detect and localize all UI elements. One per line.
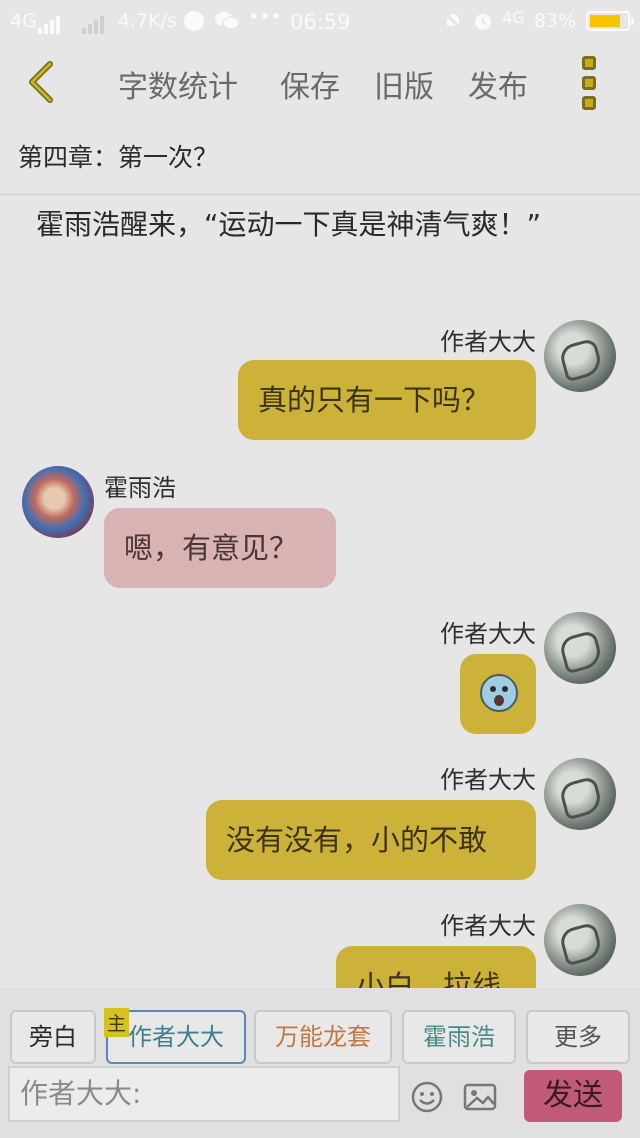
author-avatar[interactable]	[544, 758, 616, 830]
old-version-button[interactable]: 旧版	[374, 62, 434, 106]
message-input[interactable]: 作者大大:	[8, 1066, 400, 1122]
signal-icon	[38, 12, 60, 34]
battery-percent: 83%	[534, 10, 577, 32]
more-vertical-icon[interactable]	[578, 56, 600, 110]
speaker-name: 作者大大	[440, 620, 536, 648]
message-bubble[interactable]: 嗯，有意见？	[104, 508, 336, 588]
author-avatar[interactable]	[544, 904, 616, 976]
clock-time: 06:59	[290, 10, 351, 34]
battery-level	[590, 15, 620, 27]
message-bubble[interactable]: 没有没有，小的不敢	[206, 800, 536, 880]
role-more-button[interactable]: 更多	[526, 1010, 630, 1064]
narration-text: 霍雨浩醒来，“运动一下真是神清气爽！”	[36, 208, 542, 241]
alarm-icon	[472, 10, 494, 37]
send-button[interactable]: 发送	[524, 1070, 622, 1122]
role-hero-button[interactable]: 霍雨浩	[402, 1010, 516, 1064]
speaker-name: 作者大大	[440, 766, 536, 794]
main-role-badge: 主	[104, 1008, 130, 1037]
word-count-button[interactable]: 字数统计	[118, 62, 238, 106]
chevron-left-icon	[29, 61, 53, 103]
image-icon[interactable]	[462, 1080, 498, 1114]
network-type-right: 4G	[502, 8, 525, 27]
network-speed: 4.7K/s	[118, 10, 177, 32]
message-bubble[interactable]: 真的只有一下吗？	[238, 360, 536, 440]
message-bubble[interactable]: 小白，拉线	[336, 946, 536, 988]
role-narrator-button[interactable]: 旁白	[10, 1010, 96, 1064]
speaker-name: 作者大大	[440, 912, 536, 940]
mute-bell-icon	[442, 10, 464, 37]
message-list[interactable]: 作者大大 真的只有一下吗？ 霍雨浩 嗯，有意见？ 作者大大 作者大大 没有没有，…	[0, 300, 640, 988]
hero-avatar[interactable]	[22, 466, 94, 538]
save-button[interactable]: 保存	[280, 62, 340, 106]
chapter-title: 第四章：第一次？	[18, 143, 219, 172]
publish-button[interactable]: 发布	[468, 62, 528, 106]
author-avatar[interactable]	[544, 612, 616, 684]
more-notifications-icon: •••	[248, 6, 282, 28]
network-type-left: 4G	[10, 10, 37, 32]
wechat-icon	[214, 10, 240, 30]
message-bubble[interactable]	[460, 654, 536, 734]
divider	[0, 194, 640, 195]
composer-panel: 旁白 作者大大 主 万能龙套 霍雨浩 更多 作者大大: 发送	[0, 988, 640, 1138]
battery-icon	[586, 11, 634, 31]
signal-secondary-icon	[82, 12, 104, 34]
status-bar: 4G 4.7K/s ••• 06:59 4G 83%	[0, 0, 640, 44]
speaker-name: 霍雨浩	[104, 474, 176, 502]
smiley-icon[interactable]	[410, 1080, 444, 1114]
author-avatar[interactable]	[544, 320, 616, 392]
speaker-name: 作者大大	[440, 328, 536, 356]
back-button[interactable]	[22, 60, 62, 104]
role-universal-button[interactable]: 万能龙套	[254, 1010, 392, 1064]
editor-toolbar: 字数统计 保存 旧版 发布	[0, 44, 640, 122]
scream-emoji-icon	[480, 674, 518, 712]
app-notification-icon	[184, 11, 204, 31]
